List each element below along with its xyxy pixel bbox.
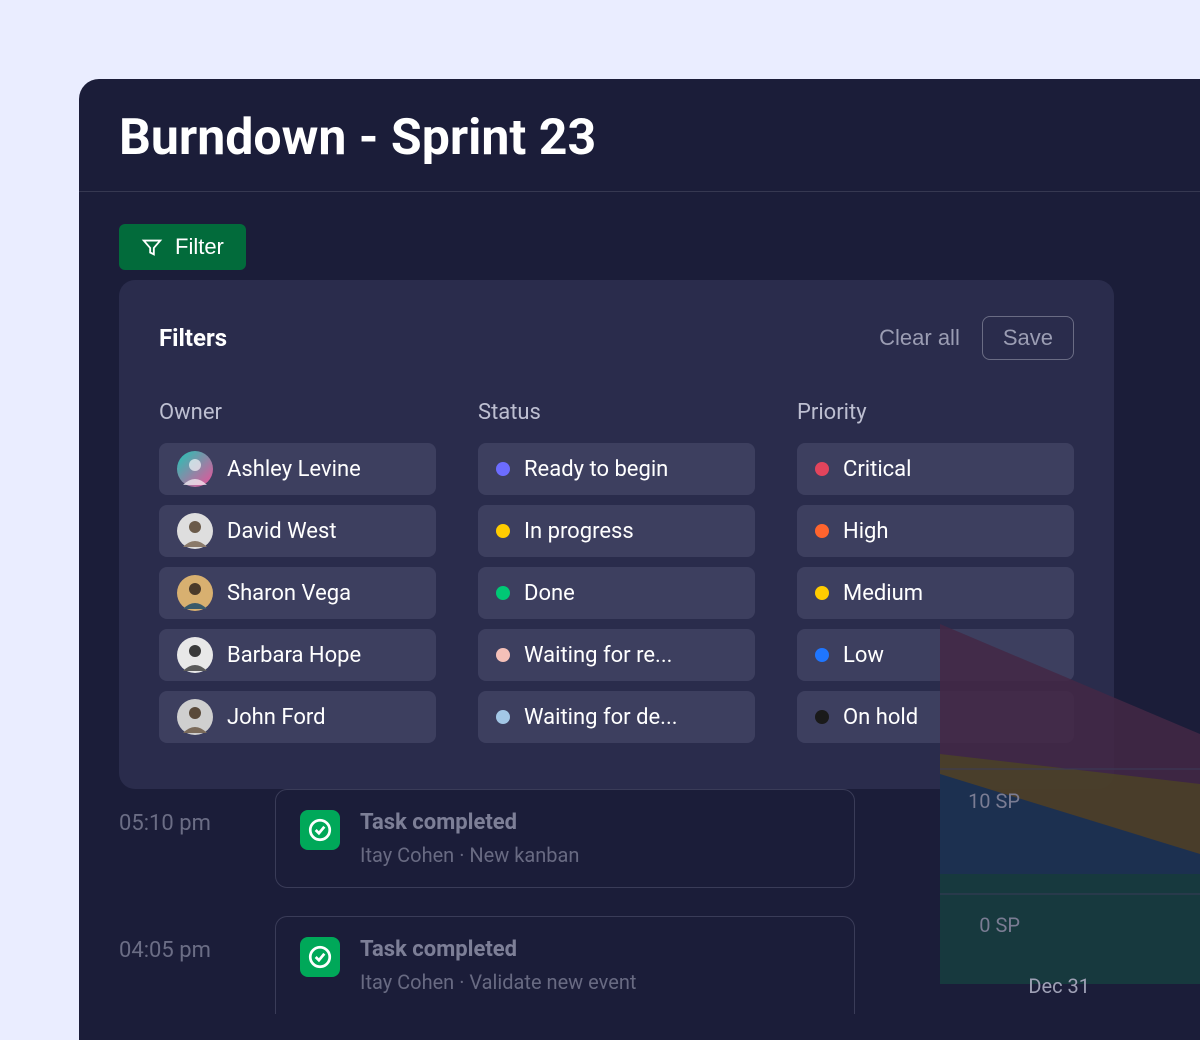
filters-actions: Clear all Save <box>879 316 1074 360</box>
priority-chip-label: On hold <box>843 705 918 730</box>
owner-chip-label: John Ford <box>227 705 326 730</box>
clear-all-button[interactable]: Clear all <box>879 325 960 351</box>
activity-title: Task completed <box>360 937 830 962</box>
status-chip-label: Waiting for de... <box>524 705 678 730</box>
avatar <box>177 575 213 611</box>
sp-label: 0 SP <box>968 913 1020 937</box>
owner-chip-label: Ashley Levine <box>227 457 361 482</box>
owner-chip[interactable]: Ashley Levine <box>159 443 436 495</box>
owner-chip-label: Sharon Vega <box>227 581 351 606</box>
activity-feed: 10 SP 0 SP 05:10 pm Task completed Itay … <box>119 789 1200 1040</box>
priority-chip-label: Critical <box>843 457 912 482</box>
status-chip-label: Waiting for re... <box>524 643 672 668</box>
avatar <box>177 513 213 549</box>
filter-button[interactable]: Filter <box>119 224 246 270</box>
status-chip[interactable]: Waiting for de... <box>478 691 755 743</box>
status-chip-label: Ready to begin <box>524 457 668 482</box>
status-chip[interactable]: In progress <box>478 505 755 557</box>
activity-title: Task completed <box>360 810 830 835</box>
activity-row: 05:10 pm Task completed Itay Cohen · New… <box>119 789 1200 888</box>
priority-dot-icon <box>815 648 829 662</box>
priority-chip-label: High <box>843 519 889 544</box>
priority-chip-label: Medium <box>843 581 923 606</box>
page-title: Burndown - Sprint 23 <box>79 79 1200 191</box>
status-dot-icon <box>496 586 510 600</box>
filter-columns: Owner Ashley Levine David West <box>159 400 1074 753</box>
sp-label: 10 SP <box>968 789 1020 813</box>
owner-chip[interactable]: Sharon Vega <box>159 567 436 619</box>
activity-card[interactable]: Task completed Itay Cohen · New kanban <box>275 789 855 888</box>
activity-text: Task completed Itay Cohen · New kanban <box>360 810 830 867</box>
owner-column: Owner Ashley Levine David West <box>159 400 436 753</box>
priority-dot-icon <box>815 586 829 600</box>
sp-axis-labels: 10 SP 0 SP <box>968 789 1020 937</box>
filter-icon <box>141 236 163 258</box>
avatar <box>177 451 213 487</box>
activity-time: 04:05 pm <box>119 916 249 963</box>
owner-chip-label: Barbara Hope <box>227 643 361 668</box>
avatar <box>177 637 213 673</box>
filter-button-label: Filter <box>175 234 224 260</box>
status-dot-icon <box>496 648 510 662</box>
toolbar: Filter <box>79 192 1200 270</box>
priority-chip-label: Low <box>843 643 884 668</box>
owner-chip[interactable]: Barbara Hope <box>159 629 436 681</box>
burndown-panel: Burndown - Sprint 23 Filter Filters Clea… <box>79 79 1200 1040</box>
activity-card[interactable]: Task completed Itay Cohen · Validate new… <box>275 916 855 1014</box>
owner-column-label: Owner <box>159 400 436 425</box>
status-column-label: Status <box>478 400 755 425</box>
status-dot-icon <box>496 462 510 476</box>
priority-dot-icon <box>815 524 829 538</box>
check-circle-icon <box>300 937 340 977</box>
status-column: Status Ready to begin In progress Done W… <box>478 400 755 753</box>
filters-title: Filters <box>159 324 227 352</box>
filters-header: Filters Clear all Save <box>159 316 1074 360</box>
status-chip[interactable]: Waiting for re... <box>478 629 755 681</box>
priority-column-label: Priority <box>797 400 1074 425</box>
priority-dot-icon <box>815 710 829 724</box>
activity-text: Task completed Itay Cohen · Validate new… <box>360 937 830 994</box>
activity-time: 05:10 pm <box>119 789 249 836</box>
activity-subtitle: Itay Cohen · New kanban <box>360 843 830 867</box>
x-axis-date-label: Dec 31 <box>1028 974 1090 998</box>
activity-row: 04:05 pm Task completed Itay Cohen · Val… <box>119 916 1200 1014</box>
status-chip-label: Done <box>524 581 575 606</box>
check-circle-icon <box>300 810 340 850</box>
status-chip[interactable]: Done <box>478 567 755 619</box>
save-button[interactable]: Save <box>982 316 1074 360</box>
owner-chip-label: David West <box>227 519 337 544</box>
priority-dot-icon <box>815 462 829 476</box>
status-chip-label: In progress <box>524 519 634 544</box>
status-chip[interactable]: Ready to begin <box>478 443 755 495</box>
owner-chip[interactable]: David West <box>159 505 436 557</box>
status-dot-icon <box>496 524 510 538</box>
avatar <box>177 699 213 735</box>
status-dot-icon <box>496 710 510 724</box>
activity-subtitle: Itay Cohen · Validate new event <box>360 970 830 994</box>
owner-chip[interactable]: John Ford <box>159 691 436 743</box>
